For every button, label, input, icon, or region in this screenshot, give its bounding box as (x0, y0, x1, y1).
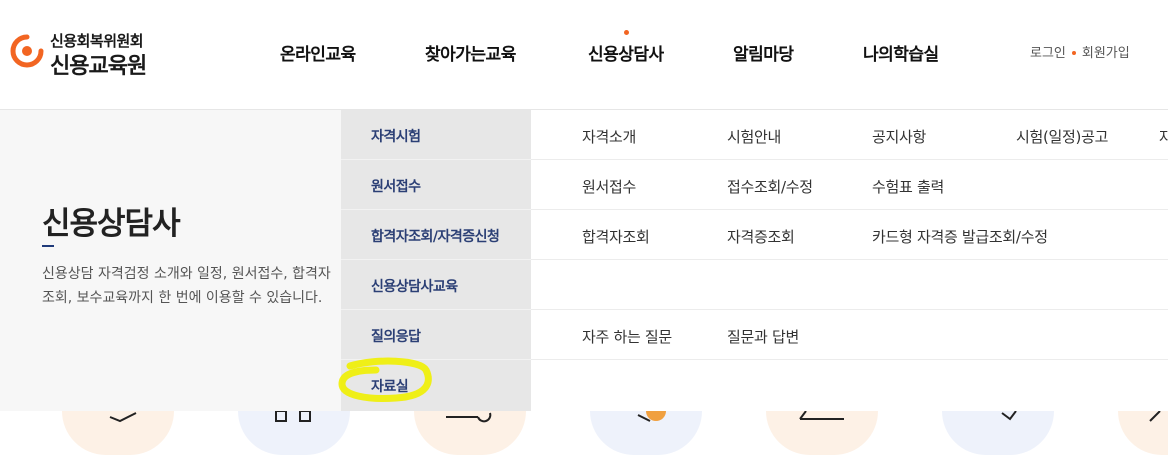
logo-bottom-text: 신용교육원 (50, 54, 147, 79)
util-nav: 로그인 회원가입 (1030, 42, 1130, 61)
submenu-row-exam: 자격소개 시험안내 공지사항 시험(일정)공고 자 (531, 110, 1168, 160)
nav-item-online-education[interactable]: 온라인교육 (280, 40, 356, 65)
login-link[interactable]: 로그인 (1030, 46, 1066, 61)
title-underline (42, 245, 54, 247)
nav-item-credit-counselor[interactable]: 신용상담사 (588, 40, 664, 65)
quick-menu-peek (0, 411, 1168, 461)
category-label[interactable]: 자격시험 (371, 126, 421, 146)
quick-menu-circle[interactable] (942, 411, 1054, 455)
category-label[interactable]: 합격자조회/자격증신청 (371, 226, 500, 246)
quick-menu-icon (1149, 411, 1161, 422)
quick-menu-circle[interactable] (62, 411, 174, 455)
util-separator-dot (1071, 50, 1076, 55)
quick-menu-circle[interactable] (414, 411, 526, 455)
quick-menu-icon (799, 411, 844, 420)
submenu-item[interactable]: 접수조회/수정 (727, 176, 813, 197)
submenu-item[interactable]: 합격자조회 (582, 226, 650, 247)
category-column: 자격시험 원서접수 합격자조회/자격증신청 신용상담사교육 질의응답 자료실 (341, 110, 531, 411)
submenu-item[interactable]: 수험표 출력 (872, 176, 944, 197)
quick-menu-icon (446, 412, 492, 423)
category-results-certificate[interactable]: 합격자조회/자격증신청 (341, 210, 531, 260)
quick-menu-icon (109, 412, 137, 423)
category-archive[interactable]: 자료실 (341, 360, 531, 410)
submenu-item[interactable]: 질문과 답변 (727, 326, 799, 347)
submenu-row-qna: 자주 하는 질문 질문과 답변 (531, 310, 1168, 360)
site-header: 신용회복위원회 신용교육원 온라인교육 찾아가는교육 신용상담사 알림마당 나의… (0, 0, 1168, 110)
submenu-row-results: 합격자조회 자격증조회 카드형 자격증 발급조회/수정 (531, 210, 1168, 260)
mega-menu-description: 신용상담 자격검정 소개와 일정, 원서접수, 합격자조회, 보수교육까지 한 … (42, 266, 331, 306)
quick-menu-circle[interactable] (238, 411, 350, 455)
quick-menu-icon (637, 411, 666, 422)
site-logo[interactable]: 신용회복위원회 신용교육원 (10, 28, 160, 79)
submenu-item[interactable]: 자주 하는 질문 (582, 326, 672, 347)
quick-menu-circle[interactable] (766, 411, 878, 455)
category-exam[interactable]: 자격시험 (341, 110, 531, 160)
submenu-item[interactable]: 자격증조회 (727, 226, 795, 247)
quick-menu-icon (1001, 411, 1017, 421)
submenu-item[interactable]: 자격소개 (582, 126, 636, 147)
quick-menu-circle[interactable] (590, 411, 702, 455)
category-label[interactable]: 질의응답 (371, 326, 421, 346)
category-label[interactable]: 원서접수 (371, 176, 421, 196)
mega-menu-intro: 신용상담사 신용상담 자격검정 소개와 일정, 원서접수, 합격자조회, 보수교… (0, 110, 341, 411)
join-link[interactable]: 회원가입 (1082, 46, 1130, 61)
submenu-item[interactable]: 카드형 자격증 발급조회/수정 (872, 226, 1048, 247)
logo-mark-icon (10, 34, 44, 68)
category-counselor-education[interactable]: 신용상담사교육 (341, 260, 531, 310)
submenu-item[interactable]: 원서접수 (582, 176, 636, 197)
submenu-row-education (531, 260, 1168, 310)
submenu-item-clipped[interactable]: 자 (1159, 126, 1168, 147)
nav-item-visiting-education[interactable]: 찾아가는교육 (425, 40, 516, 65)
category-label[interactable]: 자료실 (371, 376, 409, 396)
category-qna[interactable]: 질의응답 (341, 310, 531, 360)
category-label[interactable]: 신용상담사교육 (371, 276, 458, 296)
mega-menu: 신용상담사 신용상담 자격검정 소개와 일정, 원서접수, 합격자조회, 보수교… (0, 110, 1168, 411)
submenu-area: 자격소개 시험안내 공지사항 시험(일정)공고 자 원서접수 접수조회/수정 수… (531, 110, 1168, 411)
category-application[interactable]: 원서접수 (341, 160, 531, 210)
submenu-item[interactable]: 시험(일정)공고 (1016, 126, 1108, 147)
nav-item-notice[interactable]: 알림마당 (733, 40, 794, 65)
submenu-row-archive (531, 360, 1168, 410)
submenu-item[interactable]: 시험안내 (727, 126, 781, 147)
active-nav-dot (624, 30, 629, 35)
submenu-row-application: 원서접수 접수조회/수정 수험표 출력 (531, 160, 1168, 210)
submenu-item[interactable]: 공지사항 (872, 126, 926, 147)
nav-item-my-classroom[interactable]: 나의학습실 (863, 40, 939, 65)
mega-menu-title: 신용상담사 (42, 206, 181, 242)
quick-menu-icon (275, 411, 311, 422)
quick-menu-circle[interactable] (1118, 411, 1168, 455)
